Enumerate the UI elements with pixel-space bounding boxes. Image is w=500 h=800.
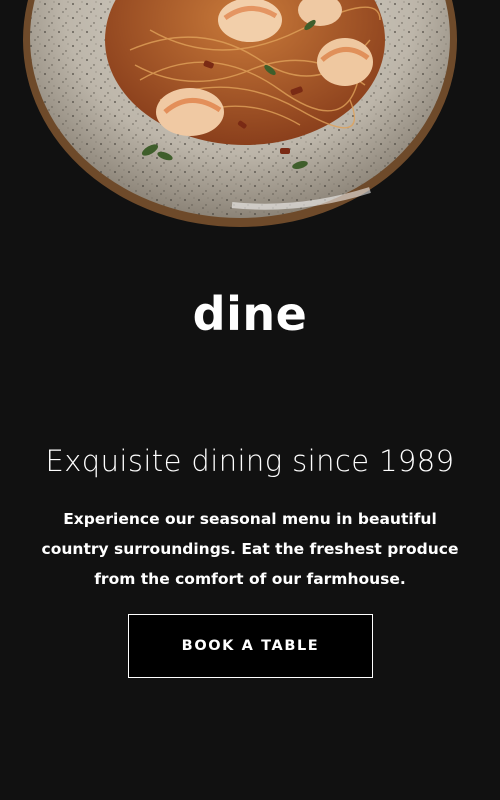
book-a-table-button[interactable]: BOOK A TABLE (128, 614, 373, 678)
brand-logo: dine (192, 287, 308, 341)
hero-description: Experience our seasonal menu in beautifu… (41, 510, 459, 588)
hero-food-image (0, 0, 500, 240)
hero-headline: Exquisite dining since 1989 (45, 444, 455, 478)
